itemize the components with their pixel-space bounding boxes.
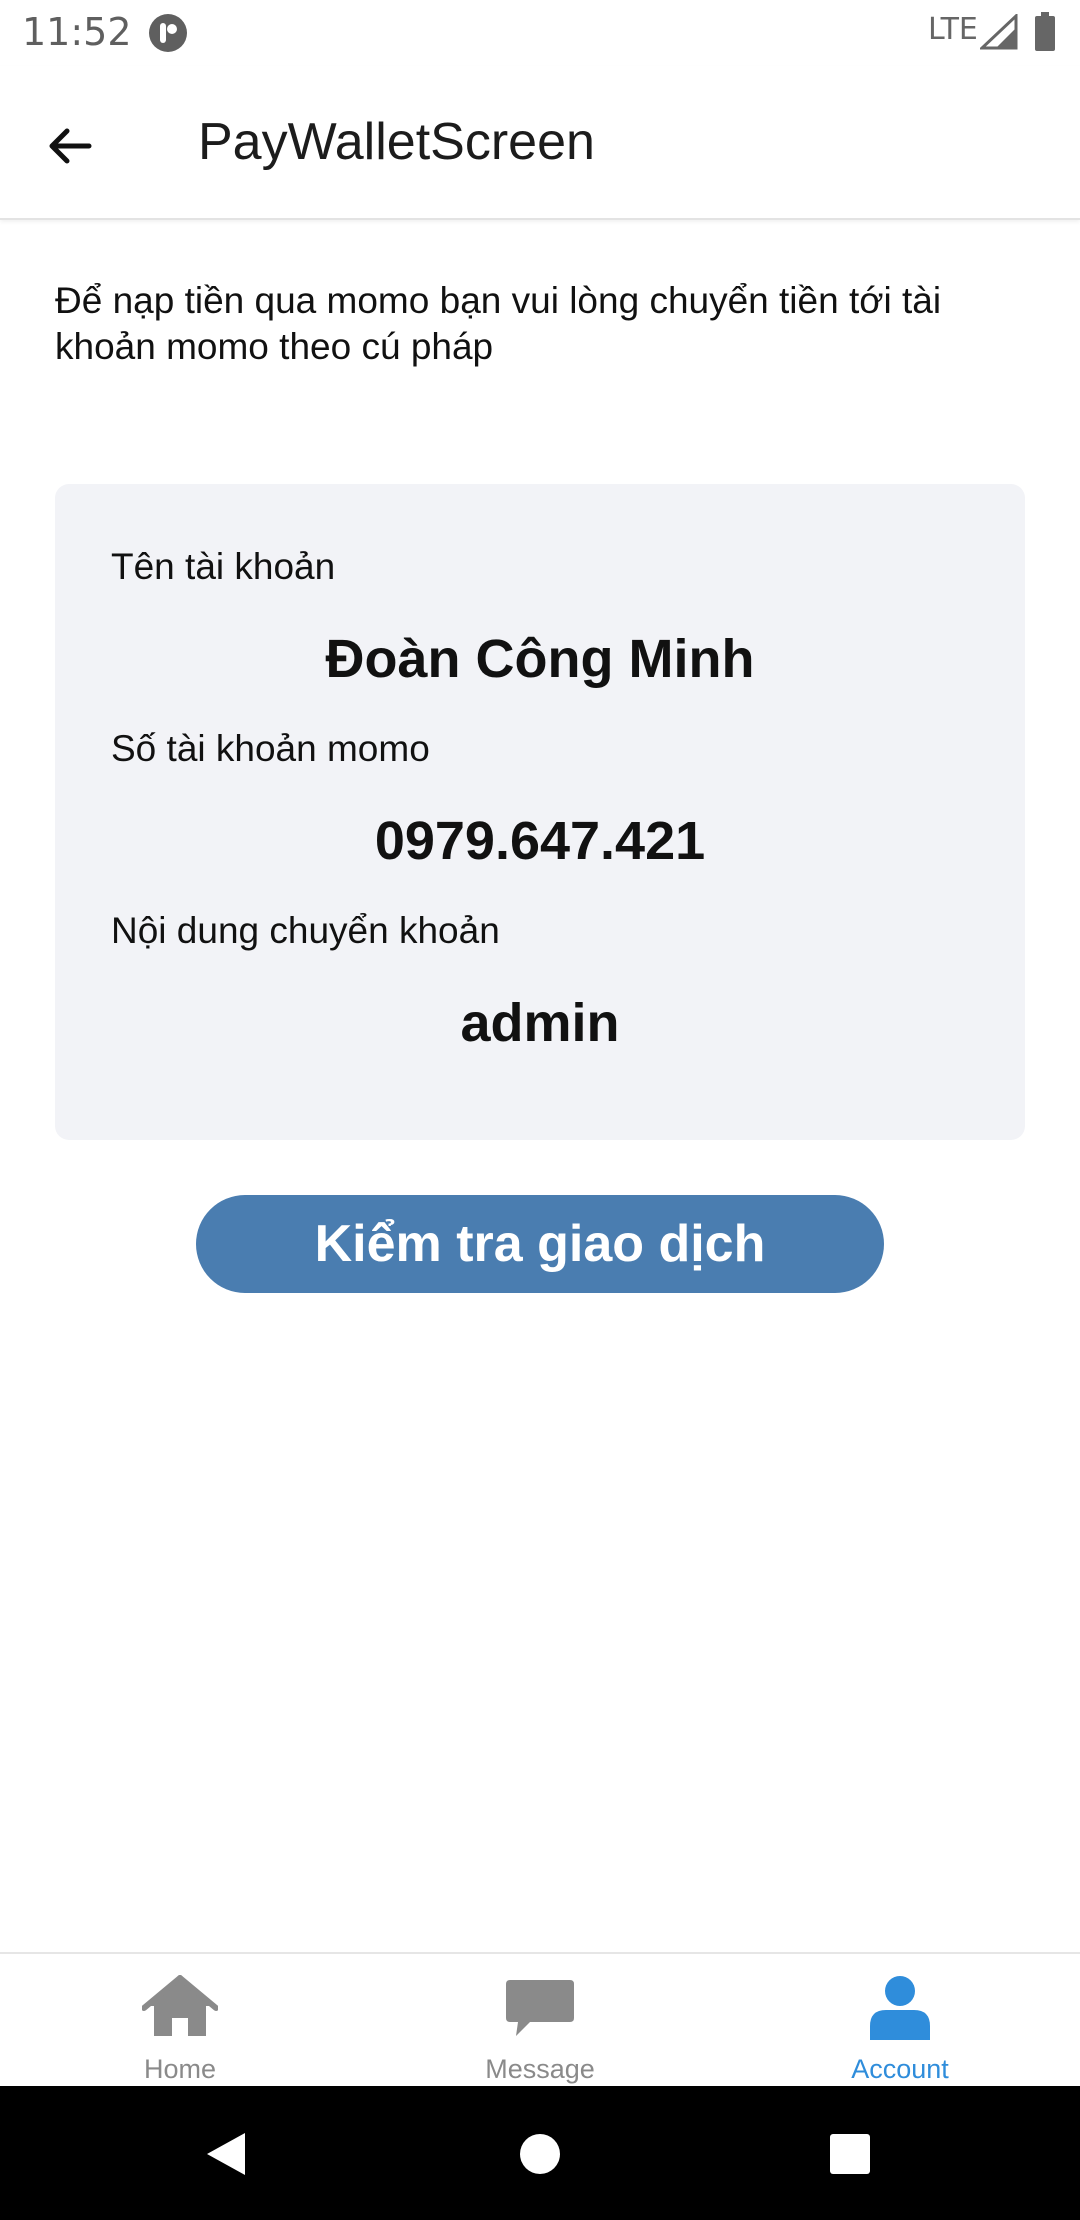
triangle-back-icon (207, 2133, 245, 2175)
account-name-label: Tên tài khoản (111, 546, 336, 587)
account-name-value: Đoàn Công Minh (325, 629, 755, 689)
tab-home[interactable]: Home (0, 1954, 360, 2086)
account-number-value: 0979.647.421 (374, 811, 706, 871)
status-time: 11:52 (22, 10, 132, 54)
system-navigation-bar (0, 2086, 1080, 2220)
square-recents-icon (830, 2134, 870, 2174)
momo-account-card: Tên tài khoản Đoàn Công Minh Số tài khoả… (55, 484, 1025, 1140)
system-back-button[interactable] (188, 2116, 264, 2192)
tab-message-label: Message (485, 2054, 595, 2084)
tab-account[interactable]: Account (720, 1954, 1080, 2086)
app-bar: PayWalletScreen (0, 66, 1080, 220)
account-icon (870, 1976, 930, 2040)
arrow-left-icon (49, 128, 92, 164)
status-bar: 11:52 LTE (0, 0, 1080, 66)
message-icon (506, 1980, 574, 2036)
bottom-navigation: Home Message Account (0, 1952, 1080, 2086)
signal-icon (978, 12, 1018, 50)
tab-home-label: Home (143, 2054, 217, 2084)
transfer-content-label: Nội dung chuyển khoản (111, 910, 500, 951)
tab-message[interactable]: Message (360, 1954, 720, 2086)
check-transaction-button[interactable]: Kiểm tra giao dịch (196, 1195, 884, 1293)
system-home-button[interactable] (502, 2116, 578, 2192)
network-type-label: LTE (928, 12, 978, 47)
app-notification-icon (148, 13, 188, 53)
back-button[interactable] (34, 110, 106, 182)
page-title: PayWalletScreen (198, 113, 595, 171)
battery-icon (1034, 12, 1056, 52)
tab-account-label: Account (851, 2054, 949, 2084)
home-icon (142, 1975, 218, 2036)
account-number-label: Số tài khoản momo (111, 728, 430, 769)
instruction-text: Để nạp tiền qua momo bạn vui lòng chuyển… (55, 280, 942, 367)
system-recents-button[interactable] (812, 2116, 888, 2192)
circle-home-icon (520, 2134, 560, 2174)
transfer-content-value: admin (460, 993, 620, 1053)
